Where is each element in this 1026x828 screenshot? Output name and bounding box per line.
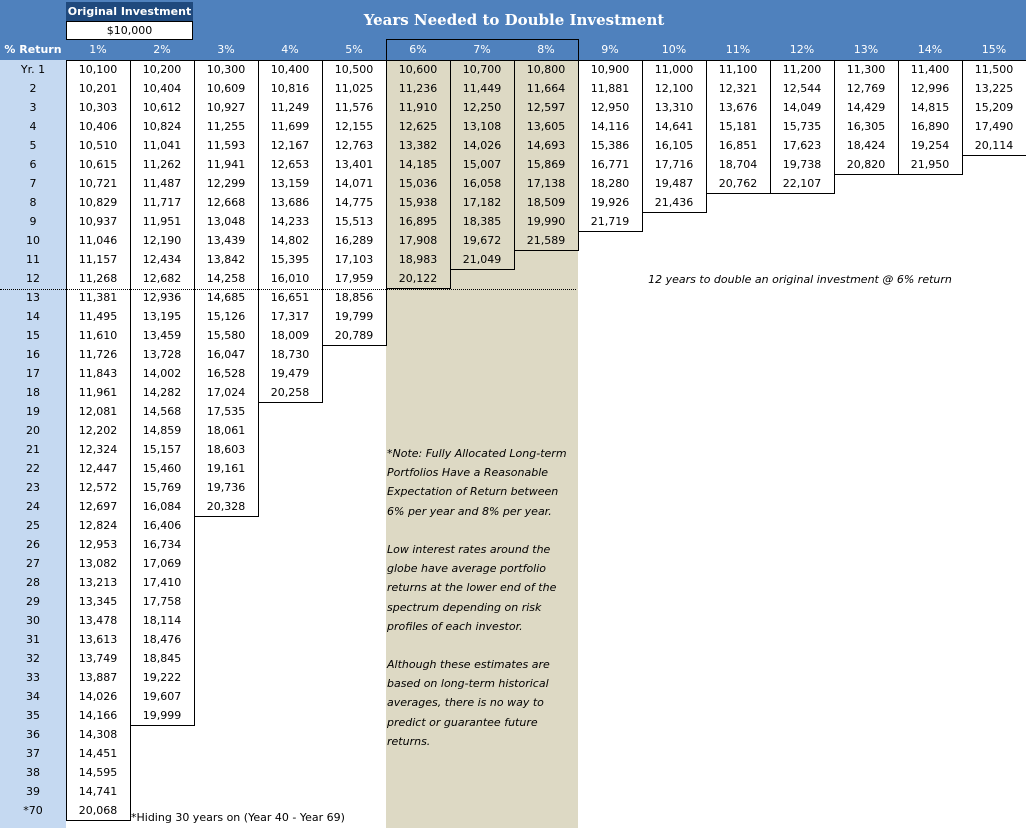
column-outline: [962, 60, 1026, 156]
year-label: 12: [26, 272, 40, 285]
original-investment-label: Original Investment: [66, 2, 193, 21]
year-label: 21: [26, 443, 40, 456]
year-label: 31: [26, 633, 40, 646]
year-label: 33: [26, 671, 40, 684]
year-label: 18: [26, 386, 40, 399]
note-line: Low interest rates around the: [387, 542, 551, 556]
column-header[interactable]: 1%: [66, 39, 130, 60]
year-label: 27: [26, 557, 40, 570]
note-line: Expectation of Return between: [387, 485, 559, 499]
note-panel: *Note: Fully Allocated Long-term Portfoli…: [387, 444, 577, 751]
note-line: Although these estimates are: [387, 658, 550, 672]
year-label: 19: [26, 405, 40, 418]
column-outline: [578, 60, 643, 232]
year-label: 8: [29, 196, 37, 209]
column-header[interactable]: 15%: [962, 39, 1026, 60]
year-12-divider: [0, 289, 576, 290]
column-header[interactable]: 5%: [322, 39, 386, 60]
note-line: predict or guarantee future: [387, 715, 538, 729]
year-label: 14: [26, 310, 40, 323]
column-header[interactable]: 4%: [258, 39, 322, 60]
column-header[interactable]: 9%: [578, 39, 642, 60]
column-header[interactable]: 14%: [898, 39, 962, 60]
note-line: *Note: Fully Allocated Long-term: [387, 447, 567, 460]
column-outline: [258, 60, 323, 403]
highlight-header-box: [386, 39, 579, 61]
year-label: 11: [26, 253, 40, 266]
year-label: 5: [29, 139, 37, 152]
year-label: 38: [26, 766, 40, 779]
year-label: 34: [26, 690, 40, 703]
column-outline: [642, 60, 707, 213]
year-label: 22: [26, 462, 40, 475]
return-header-label: % Return: [4, 43, 62, 56]
year-label: *70: [23, 804, 43, 817]
note-line: [387, 636, 577, 655]
year-label: 13: [26, 291, 40, 304]
note-line: [387, 521, 577, 540]
note-line: returns.: [387, 734, 431, 748]
year-label: 24: [26, 500, 40, 513]
year-label: 26: [26, 538, 40, 551]
note-line: based on long-term historical: [387, 677, 549, 691]
column-header[interactable]: 12%: [770, 39, 834, 60]
original-investment-value[interactable]: $10,000: [66, 21, 193, 40]
year-label: 37: [26, 747, 40, 760]
year-label: 4: [29, 120, 37, 133]
column-outline: [770, 60, 835, 194]
column-header[interactable]: 3%: [194, 39, 258, 60]
year-label: 17: [26, 367, 40, 380]
year-label: 28: [26, 576, 40, 589]
note-line: averages, there is no way to: [387, 696, 544, 710]
column-header[interactable]: 10%: [642, 39, 706, 60]
column-outline: [130, 60, 195, 726]
year-label: 20: [26, 424, 40, 437]
year-label: 9: [29, 215, 37, 228]
year-label: 36: [26, 728, 40, 741]
column-outline: [834, 60, 899, 175]
year-label: Yr. 1: [20, 63, 46, 76]
note-line: 6% per year and 8% per year.: [387, 504, 552, 518]
doubling-annotation: 12 years to double an original investmen…: [648, 273, 952, 286]
year-label: 15: [26, 329, 40, 342]
column-header[interactable]: 11%: [706, 39, 770, 60]
year-label: 30: [26, 614, 40, 627]
year-label: 3: [29, 101, 37, 114]
column-outline: [450, 60, 515, 270]
year-label: 32: [26, 652, 40, 665]
year-label: 29: [26, 595, 40, 608]
column-outline: [386, 60, 451, 289]
column-header[interactable]: 2%: [130, 39, 194, 60]
year-label: 23: [26, 481, 40, 494]
note-line: profiles of each investor.: [387, 619, 523, 633]
note-line: spectrum depending on risk: [387, 600, 542, 614]
year-label: 39: [26, 785, 40, 798]
spreadsheet: Original Investment $10,000 Years Needed…: [0, 0, 1026, 828]
year-label: 25: [26, 519, 40, 532]
year-label: 6: [29, 158, 37, 171]
year-label: 10: [26, 234, 40, 247]
page-title: Years Needed to Double Investment: [363, 11, 665, 29]
year-label: 7: [29, 177, 37, 190]
column-header[interactable]: 13%: [834, 39, 898, 60]
column-outline: [322, 60, 387, 346]
column-outline: [514, 60, 579, 251]
year-label: 35: [26, 709, 40, 722]
year-label: 16: [26, 348, 40, 361]
column-outline: [706, 60, 771, 194]
note-line: returns at the lower end of the: [387, 581, 557, 595]
footnote: *Hiding 30 years on (Year 40 - Year 69): [131, 811, 345, 824]
year-label: 2: [29, 82, 37, 95]
note-line: Portfolios Have a Reasonable: [387, 466, 549, 480]
column-outline: [66, 60, 131, 821]
note-line: globe have average portfolio: [387, 562, 547, 576]
column-outline: [898, 60, 963, 175]
